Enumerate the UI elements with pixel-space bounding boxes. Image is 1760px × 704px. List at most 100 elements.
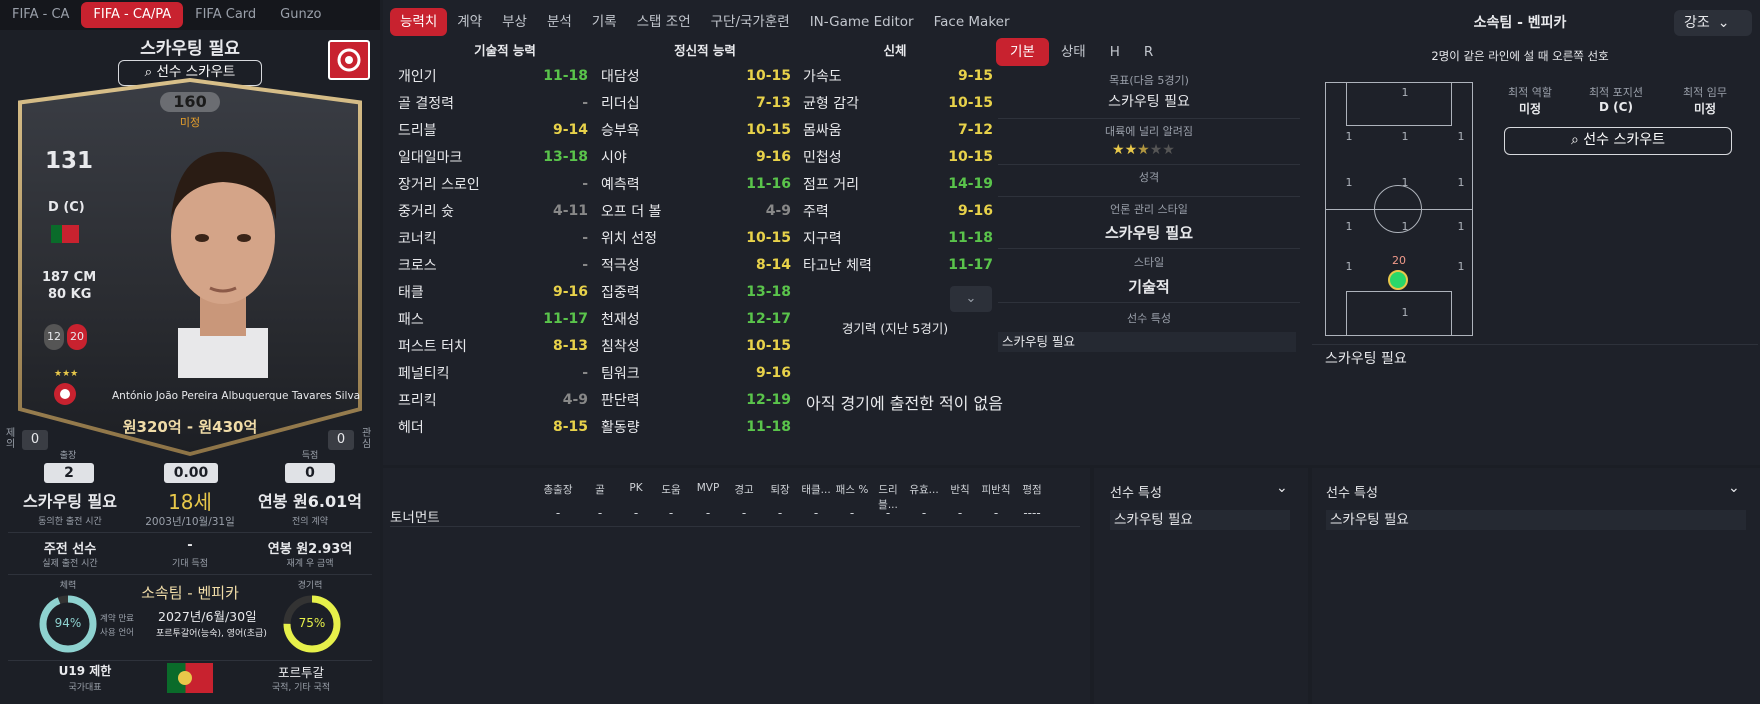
pitch-diagram	[1325, 82, 1473, 336]
tab-injury[interactable]: 부상	[492, 8, 537, 36]
attribute-name: 크로스	[398, 257, 437, 274]
tab-fifa-card[interactable]: FIFA Card	[183, 2, 268, 28]
tab-training[interactable]: 구단/국가훈련	[701, 8, 800, 36]
attribute-name: 리더십	[601, 95, 640, 112]
stats-column-header[interactable]: 골	[582, 482, 618, 497]
attribute-value: 9-16	[755, 148, 791, 165]
form-value: 75%	[298, 616, 326, 630]
record-icon[interactable]	[328, 40, 370, 80]
tab-basic[interactable]: 기본	[996, 38, 1049, 66]
chevron-down-icon[interactable]: ⌄	[1276, 480, 1288, 496]
attribute-row[interactable]: 팀워크 9-16	[601, 359, 791, 386]
stats-cell: -	[741, 506, 747, 520]
attribute-row[interactable]: 크로스 -	[398, 251, 588, 278]
attribute-row[interactable]: 적극성 8-14	[601, 251, 791, 278]
attribute-row[interactable]: 천재성 12-17	[601, 305, 791, 332]
attribute-row[interactable]: 골 결정력 -	[398, 89, 588, 116]
stats-column-header[interactable]: 도움	[653, 482, 689, 497]
attribute-name: 골 결정력	[398, 95, 454, 112]
attribute-row[interactable]: 위치 선정 10-15	[601, 224, 791, 251]
attribute-row[interactable]: 민첩성 10-15	[803, 143, 993, 170]
attribute-row[interactable]: 프리킥 4-9	[398, 386, 588, 413]
attribute-row[interactable]: 판단력 12-19	[601, 386, 791, 413]
highlight-dropdown[interactable]: 강조 ⌄	[1674, 10, 1752, 36]
physical-header: 신체	[883, 43, 907, 58]
player-position-marker[interactable]	[1388, 270, 1408, 290]
tab-fifa-capa[interactable]: FIFA - CA/PA	[81, 2, 184, 28]
attribute-value: 13-18	[543, 148, 588, 165]
stats-cell: -	[633, 506, 639, 520]
player-value: 원320억 - 원430억	[122, 418, 258, 436]
position-bottom-note: 스카우팅 필요	[1325, 351, 1407, 367]
stats-column-header[interactable]: 유효...	[906, 482, 942, 497]
attribute-row[interactable]: 장거리 스로인 -	[398, 170, 588, 197]
stats-column-header[interactable]: 평점	[1014, 482, 1050, 497]
attribute-row[interactable]: 헤더 8-15	[398, 413, 588, 440]
tab-fifa-ca[interactable]: FIFA - CA	[0, 2, 81, 28]
attribute-row[interactable]: 리더십 7-13	[601, 89, 791, 116]
attribute-row[interactable]: 예측력 11-16	[601, 170, 791, 197]
attribute-row[interactable]: 침착성 10-15	[601, 332, 791, 359]
chevron-down-icon[interactable]: ⌄	[1728, 480, 1740, 496]
tab-status[interactable]: 상태	[1049, 38, 1098, 66]
stats-column-header[interactable]: 퇴장	[762, 482, 798, 497]
tab-r[interactable]: R	[1132, 38, 1165, 66]
tab-analysis[interactable]: 분석	[537, 8, 582, 36]
attribute-value: 9-16	[957, 202, 993, 219]
stats-column-header[interactable]: 태클...	[798, 482, 834, 497]
attribute-row[interactable]: 페널티킥 -	[398, 359, 588, 386]
stats-column-header[interactable]: 반칙	[942, 482, 978, 497]
tab-face-maker[interactable]: Face Maker	[924, 8, 1020, 36]
attribute-row[interactable]: 일대일마크 13-18	[398, 143, 588, 170]
attribute-value: -	[582, 229, 588, 246]
tab-h[interactable]: H	[1098, 38, 1132, 66]
attribute-row[interactable]: 퍼스트 터치 8-13	[398, 332, 588, 359]
stats-column-header[interactable]: 총출장	[540, 482, 576, 497]
attribute-row[interactable]: 오프 더 볼 4-9	[601, 197, 791, 224]
attribute-value: 4-9	[562, 391, 588, 408]
attribute-row[interactable]: 가속도 9-15	[803, 62, 993, 89]
wage-label: 전의 계약	[292, 517, 328, 527]
attribute-value: 10-15	[948, 148, 993, 165]
attribute-row[interactable]: 승부욕 10-15	[601, 116, 791, 143]
badge-b: 20	[67, 324, 87, 350]
tab-attributes[interactable]: 능력치	[390, 8, 448, 36]
attribute-name: 몸싸움	[803, 122, 842, 139]
tab-contract[interactable]: 계약	[447, 8, 492, 36]
attribute-row[interactable]: 코너킥 -	[398, 224, 588, 251]
tab-history[interactable]: 기록	[582, 8, 627, 36]
attribute-row[interactable]: 집중력 13-18	[601, 278, 791, 305]
tab-staff-advice[interactable]: 스탭 조언	[627, 8, 701, 36]
attribute-row[interactable]: 시야 9-16	[601, 143, 791, 170]
attribute-value: 11-18	[746, 418, 791, 435]
attribute-row[interactable]: 몸싸움 7-12	[803, 116, 993, 143]
scout-player-button-2[interactable]: ⌕ 선수 스카우트	[1504, 127, 1732, 155]
attribute-value: 9-16	[755, 364, 791, 381]
stats-column-header[interactable]: 패스 %	[834, 482, 870, 497]
attribute-row[interactable]: 균형 감각 10-15	[803, 89, 993, 116]
attribute-row[interactable]: 중거리 슛 4-11	[398, 197, 588, 224]
attribute-row[interactable]: 태클 9-16	[398, 278, 588, 305]
stats-column-header[interactable]: PK	[618, 482, 654, 494]
attribute-row[interactable]: 대담성 10-15	[601, 62, 791, 89]
attribute-row[interactable]: 드리블 9-14	[398, 116, 588, 143]
attribute-row[interactable]: 활동량 11-18	[601, 413, 791, 440]
attribute-row[interactable]: 주력 9-16	[803, 197, 993, 224]
position-slot: 1	[1401, 86, 1409, 99]
attribute-row[interactable]: 점프 거리 14-19	[803, 170, 993, 197]
stats-column-header[interactable]: 피반칙	[978, 482, 1014, 497]
stats-column-header[interactable]: MVP	[690, 482, 726, 494]
stats-column-header[interactable]: 경고	[726, 482, 762, 497]
chevron-down-icon[interactable]: ⌄	[950, 286, 992, 312]
attribute-name: 가속도	[803, 68, 842, 85]
attribute-row[interactable]: 지구력 11-18	[803, 224, 993, 251]
best-duty: 미정	[1693, 102, 1717, 116]
tab-ingame-editor[interactable]: IN-Game Editor	[800, 8, 924, 36]
attribute-row[interactable]: 개인기 11-18	[398, 62, 588, 89]
attribute-value: 4-9	[765, 202, 791, 219]
tab-gunzo[interactable]: Gunzo	[268, 2, 333, 28]
attribute-row[interactable]: 패스 11-17	[398, 305, 588, 332]
attribute-row[interactable]: 타고난 체력 11-17	[803, 251, 993, 278]
attribute-name: 태클	[398, 284, 424, 301]
stats-cell: -	[597, 506, 603, 520]
